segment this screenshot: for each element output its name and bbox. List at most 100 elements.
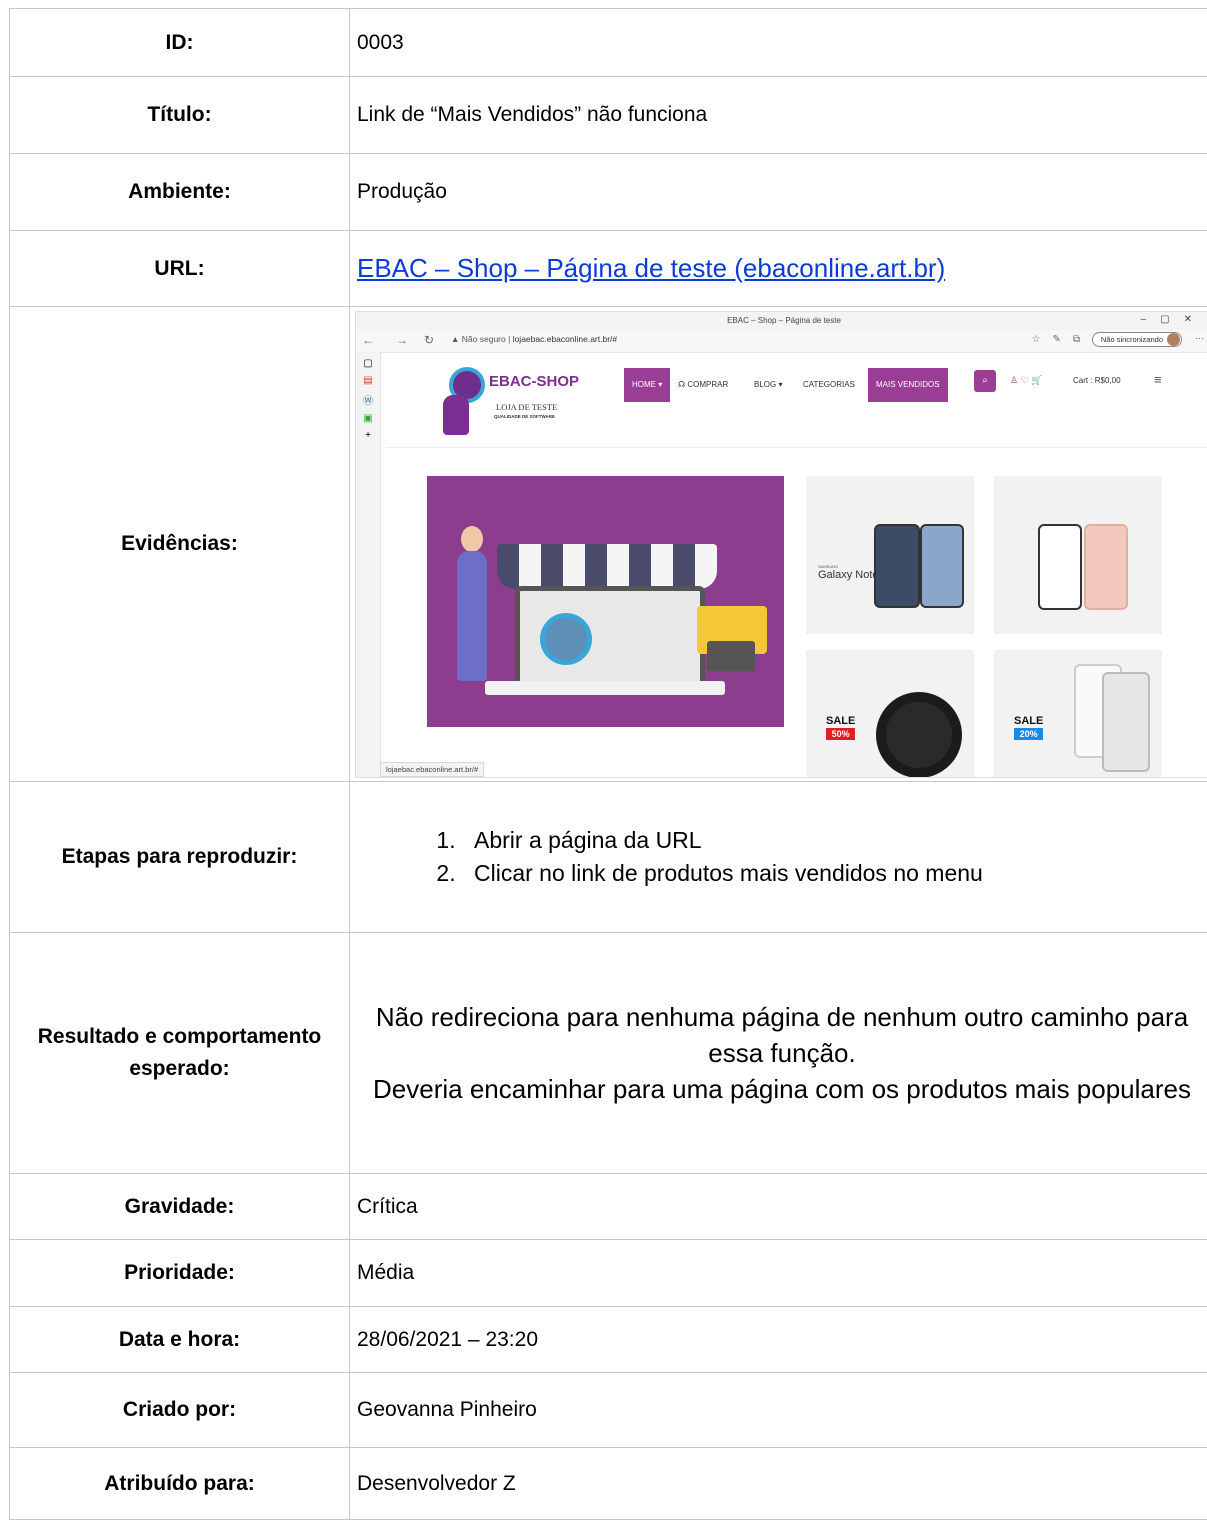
phone-front	[874, 524, 920, 608]
phone-back	[920, 524, 964, 608]
headphone-illustration	[876, 692, 962, 778]
header-icons: ♙ ♡ 🛒	[1010, 375, 1042, 386]
evidence-screenshot: EBAC – Shop – Página de teste –▢✕ ← → ↻ …	[355, 311, 1207, 778]
titulo-value: Link de “Mais Vendidos” não funciona	[350, 77, 1207, 154]
row-gravidade: Gravidade: Crítica	[10, 1174, 1207, 1240]
person-illustration	[457, 551, 487, 681]
address-url: lojaebac.ebaconline.art.br/#	[513, 334, 617, 344]
header-divider	[386, 447, 1207, 448]
credit-card-illustration	[707, 641, 755, 671]
hero-banner	[427, 476, 784, 727]
menu-home: HOME ▾	[624, 368, 670, 402]
row-evidencias: Evidências: EBAC – Shop – Página de test…	[10, 307, 1207, 782]
laptop-illustration	[515, 586, 705, 694]
laptop-logo-icon	[540, 613, 592, 665]
gravidade-label: Gravidade:	[10, 1174, 350, 1240]
criado-label: Criado por:	[10, 1373, 350, 1448]
window-title: EBAC – Shop – Página de teste	[356, 316, 1207, 325]
hamburger-icon: ≡	[1154, 372, 1162, 387]
sale-label-50: SALE	[826, 715, 855, 727]
id-value: 0003	[350, 9, 1207, 77]
person-head	[461, 526, 483, 552]
evidencias-cell: EBAC – Shop – Página de teste –▢✕ ← → ↻ …	[350, 307, 1207, 782]
menu-blog: BLOG ▾	[754, 368, 782, 402]
reload-icon: ↻	[424, 333, 434, 347]
toolbar-icons: ☆✎⧉	[1032, 334, 1092, 345]
pdf-icon: ▤	[356, 375, 380, 386]
headset-icon: ☊	[678, 380, 685, 389]
cart-total: Cart : R$0,00	[1073, 376, 1121, 385]
product-headphones: SALE 50%	[806, 650, 974, 778]
more-icon: ···	[1195, 333, 1204, 343]
menu-categorias: CATEGORIAS	[803, 368, 855, 402]
not-secure-label: Não seguro	[462, 334, 506, 344]
atribuido-label: Atribuído para:	[10, 1448, 350, 1520]
step-item: Clicar no link de produtos mais vendidos…	[462, 857, 1207, 890]
wordpress-icon: Ⓦ	[356, 392, 380, 407]
prioridade-label: Prioridade:	[10, 1240, 350, 1307]
resultado-label: Resultado e comportamento esperado:	[10, 933, 350, 1174]
product-galaxy: SAMSUNG Galaxy Note7	[806, 476, 974, 634]
etapas-label: Etapas para reproduzir:	[10, 782, 350, 933]
shop-tagline-sub: QUALIDADE DE SOFTWARE	[494, 414, 555, 419]
browser-title-bar: EBAC – Shop – Página de teste –▢✕	[356, 312, 1207, 330]
product-pixel: SALE 20%	[994, 650, 1162, 778]
row-titulo: Título: Link de “Mais Vendidos” não func…	[10, 77, 1207, 154]
shop-awning	[497, 544, 717, 589]
app-icon: ▣	[356, 413, 380, 424]
pixel-back	[1102, 672, 1150, 772]
ambiente-label: Ambiente:	[10, 154, 350, 231]
sale-pct-50: 50%	[826, 728, 855, 740]
menu-comprar: ☊ COMPRAR	[678, 368, 728, 402]
resultado-cell: Não redireciona para nenhuma página de n…	[350, 933, 1207, 1174]
data-label: Data e hora:	[10, 1307, 350, 1373]
url-cell: EBAC – Shop – Página de teste (ebaconlin…	[350, 231, 1207, 307]
id-label: ID:	[10, 9, 350, 77]
sale-pct-20: 20%	[1014, 728, 1043, 740]
row-id: ID: 0003	[10, 9, 1207, 77]
product-iphone	[994, 476, 1162, 634]
step-item: Abrir a página da URL	[462, 824, 1207, 857]
shop-tagline: LOJA DE TESTE	[496, 402, 557, 412]
row-ambiente: Ambiente: Produção	[10, 154, 1207, 231]
laptop-base	[485, 681, 725, 695]
iphone-front	[1038, 524, 1082, 610]
profile-avatar	[1167, 333, 1180, 346]
window-controls: –▢✕	[1141, 314, 1206, 325]
sale-badge-20: SALE 20%	[1014, 714, 1043, 740]
add-icon: +	[356, 430, 380, 441]
criado-value: Geovanna Pinheiro	[350, 1373, 1207, 1448]
row-criado: Criado por: Geovanna Pinheiro	[10, 1373, 1207, 1448]
iphone-back	[1084, 524, 1128, 610]
sale-label-20: SALE	[1014, 715, 1043, 727]
resultado-line1: Não redireciona para nenhuma página de n…	[356, 999, 1207, 1071]
row-etapas: Etapas para reproduzir: Abrir a página d…	[10, 782, 1207, 933]
warning-icon: ▲	[451, 334, 459, 344]
row-data: Data e hora: 28/06/2021 – 23:20	[10, 1307, 1207, 1373]
shop-logo-hand-icon	[443, 395, 469, 435]
status-bar-url: lojaebac.ebaconline.art.br/#	[380, 762, 484, 777]
steps-list: Abrir a página da URL Clicar no link de …	[462, 824, 1207, 890]
resultado-line2: Deveria encaminhar para uma página com o…	[356, 1071, 1207, 1107]
evidencias-label: Evidências:	[10, 307, 350, 782]
ambiente-value: Produção	[350, 154, 1207, 231]
forward-icon: →	[396, 333, 408, 347]
prioridade-value: Média	[350, 1240, 1207, 1307]
browser-address-bar: ← → ↻ ▲ Não seguro | lojaebac.ebaconline…	[356, 330, 1207, 353]
atribuido-value: Desenvolvedor Z	[350, 1448, 1207, 1520]
etapas-cell: Abrir a página da URL Clicar no link de …	[350, 782, 1207, 933]
address-text: ▲ Não seguro | lojaebac.ebaconline.art.b…	[451, 334, 617, 344]
url-label: URL:	[10, 231, 350, 307]
url-link[interactable]: EBAC – Shop – Página de teste (ebaconlin…	[357, 253, 945, 283]
menu-mais-vendidos: MAIS VENDIDOS	[868, 368, 948, 402]
shop-brand: EBAC-SHOP	[489, 373, 579, 390]
sale-badge-50: SALE 50%	[826, 714, 855, 740]
row-url: URL: EBAC – Shop – Página de teste (ebac…	[10, 231, 1207, 307]
menu-comprar-label: COMPRAR	[687, 380, 728, 389]
back-icon: ←	[362, 333, 374, 347]
tabs-icon: ▢	[356, 358, 380, 369]
row-resultado: Resultado e comportamento esperado: Não …	[10, 933, 1207, 1174]
bug-report-table: ID: 0003 Título: Link de “Mais Vendidos”…	[9, 8, 1207, 1520]
data-value: 28/06/2021 – 23:20	[350, 1307, 1207, 1373]
search-icon: ⌕	[974, 370, 996, 392]
